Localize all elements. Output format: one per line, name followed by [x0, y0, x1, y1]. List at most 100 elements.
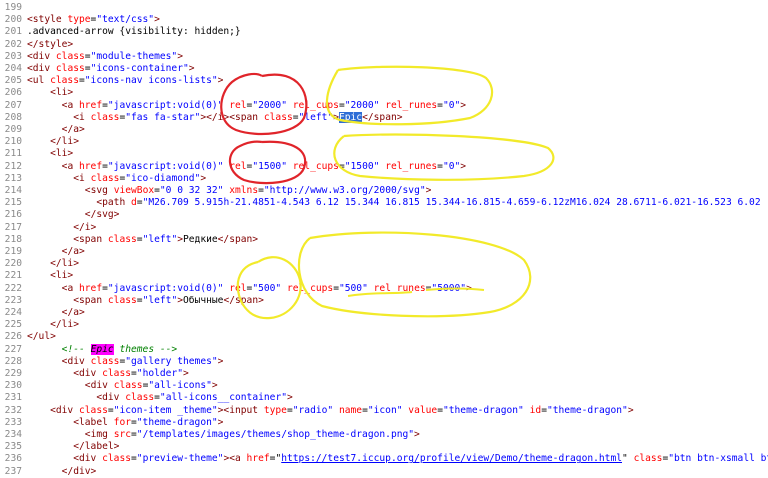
code-token: href: [79, 160, 103, 172]
code-text: </li>: [50, 136, 79, 148]
code-token: </ul>: [27, 331, 56, 343]
code-token: class: [102, 453, 132, 465]
code-text: .advanced-arrow {visibility: hidden;}: [27, 26, 241, 38]
code-token: >: [217, 75, 224, 87]
line-number: 208: [4, 111, 22, 123]
code-token: <div: [50, 404, 79, 416]
code-token: href: [246, 453, 270, 465]
code-token: "500": [338, 282, 368, 294]
source-code-view[interactable]: 199 200 <style type="text/css"> 201 .advance…: [0, 0, 768, 477]
code-line: 211 <li>: [0, 148, 768, 160]
code-token: "left": [142, 294, 178, 306]
code-token: "icons-nav icons-lists": [84, 75, 218, 87]
line-number: 211: [4, 148, 22, 160]
code-token: class: [90, 355, 120, 367]
code-token: "theme-dragon": [442, 404, 524, 416]
code-token: "javascript:void(0)": [107, 282, 224, 294]
code-token: "2000": [344, 99, 380, 111]
code-token: "holder": [136, 368, 184, 379]
code-token: "all-icons__container": [159, 392, 287, 404]
code-token: <div: [96, 392, 126, 404]
code-token: >: [460, 99, 467, 111]
code-text: <span class="left">Редкие</span>: [73, 234, 258, 246]
code-token: class: [55, 63, 85, 74]
code-token: >: [460, 160, 467, 172]
code-token: class: [50, 75, 79, 87]
code-token: <div: [61, 355, 91, 367]
code-token: >: [466, 282, 472, 294]
code-token: "text/css": [96, 14, 155, 26]
code-token: >: [414, 429, 420, 440]
code-token: <path: [96, 197, 132, 209]
code-token: <div: [73, 453, 103, 465]
code-token: </label>: [73, 441, 120, 453]
code-token: rel: [229, 160, 247, 172]
code-line: 217 </i>: [0, 222, 768, 234]
code-token: <li>: [50, 270, 74, 282]
code-token: "icons-container": [90, 63, 189, 74]
line-number: 233: [4, 416, 22, 428]
code-token: "http://www.w3.org/2000/svg": [263, 185, 426, 196]
code-line: 231 <div class="all-icons__container">: [0, 392, 768, 404]
code-text: <li>: [50, 270, 73, 282]
code-text: <i class="ico-diamond">: [73, 173, 206, 185]
code-line: 228 <div class="gallery themes">: [0, 356, 768, 368]
code-token: <span: [73, 294, 108, 306]
code-token: href: [79, 282, 103, 294]
line-number: 229: [4, 368, 22, 379]
line-number: 219: [4, 246, 22, 257]
code-text: <li>: [50, 148, 73, 160]
code-token: <img: [84, 429, 114, 440]
code-token: rel_runes: [385, 160, 438, 172]
code-text: <div class="icons-container">: [27, 63, 195, 75]
code-line: 222 <a href="javascript:void(0)" rel="500…: [0, 283, 768, 295]
code-token: class: [113, 380, 143, 392]
code-token: >: [287, 392, 293, 404]
code-text: <label for="theme-dragon">: [73, 417, 223, 429]
code-line: 237 </div>: [0, 466, 768, 478]
code-token: <div: [73, 368, 103, 379]
code-token: <div: [27, 63, 56, 74]
code-line: 236 <div class="preview-theme"><a href="h…: [0, 453, 768, 465]
code-text: <path d="M26.709 5.915h-21.4851-4.543 6.…: [96, 197, 760, 209]
code-token: >: [183, 368, 189, 379]
code-token: "left": [298, 111, 334, 123]
line-number: 213: [4, 172, 22, 184]
code-token: </svg>: [84, 209, 120, 221]
code-token: Редкие: [183, 233, 218, 245]
code-text: <div class="all-icons">: [85, 380, 218, 392]
code-token: "0 0 32 32": [159, 185, 224, 196]
code-token: Epic: [90, 343, 114, 355]
code-token: "ico-diamond": [125, 172, 201, 184]
line-number: 202: [4, 38, 22, 50]
code-line: 203 <div class="module-themes">: [0, 51, 768, 63]
code-line: 233 <label for="theme-dragon">: [0, 417, 768, 429]
line-number: 217: [4, 221, 22, 233]
code-text: <div class="module-themes">: [27, 51, 183, 63]
code-token: "0": [442, 99, 461, 111]
line-number: 235: [4, 441, 22, 453]
code-token: type: [67, 14, 91, 26]
code-token: <li>: [50, 87, 74, 99]
code-token: ><input: [217, 404, 264, 416]
line-number: 231: [4, 392, 22, 404]
code-text: <span class="left">Обычные</span>: [73, 295, 264, 307]
line-number: 227: [4, 343, 22, 355]
line-number: 216: [4, 209, 22, 221]
code-token: >: [217, 355, 224, 367]
line-number: 222: [4, 282, 22, 294]
code-text: </style>: [27, 39, 73, 51]
code-token: "M26.709 5.915h-21.4851-4.543 6.12 15.34…: [142, 197, 761, 209]
code-token: "0": [442, 160, 461, 172]
code-token: "icon-item _theme": [113, 404, 218, 416]
code-token: <ul: [27, 75, 51, 87]
code-token: <li>: [50, 148, 74, 160]
code-text: <div class="all-icons__container">: [96, 392, 292, 404]
code-token: >: [425, 185, 432, 196]
code-token: >: [177, 50, 183, 62]
line-number: 214: [4, 185, 22, 196]
code-text: <svg viewBox="0 0 32 32" xmlns="http://w…: [85, 185, 432, 197]
code-text: </svg>: [85, 209, 120, 221]
code-token[interactable]: https://test7.iccup.org/profile/view/Dem…: [281, 453, 622, 464]
code-token: <i: [73, 172, 91, 184]
